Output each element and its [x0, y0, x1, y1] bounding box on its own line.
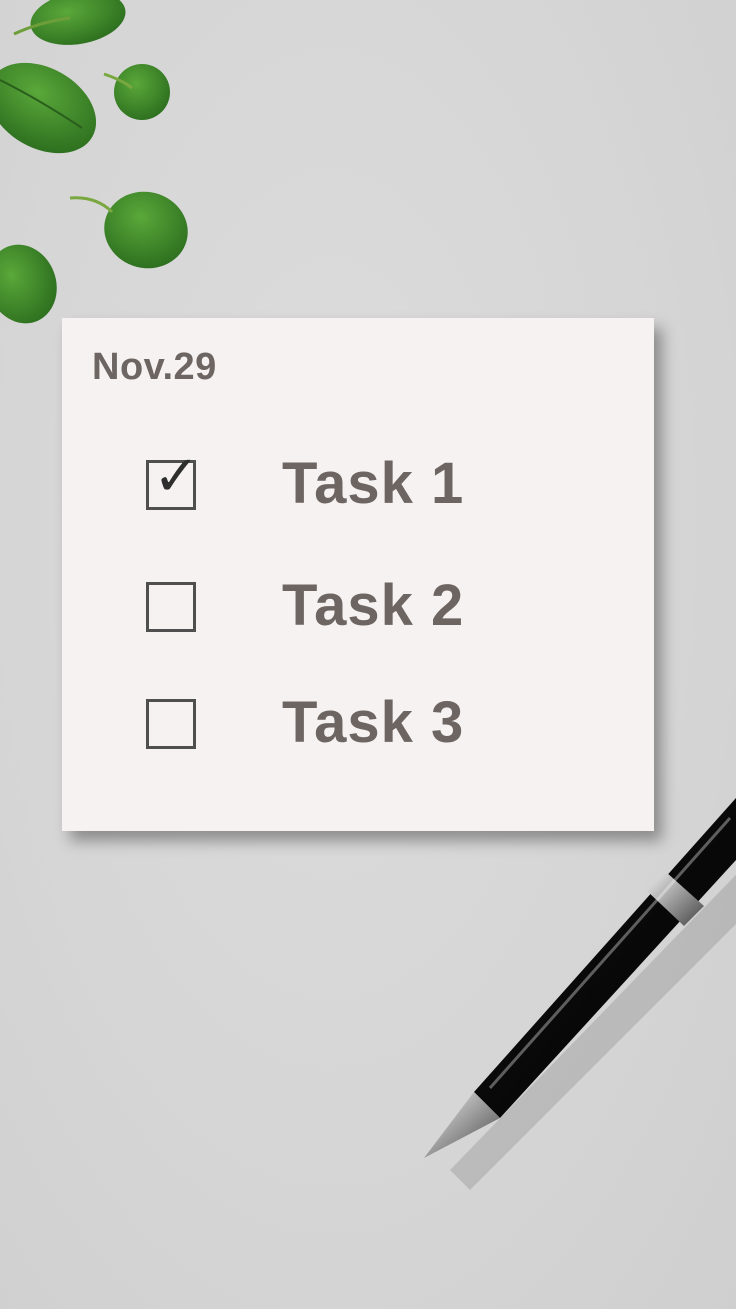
pen-icon [424, 798, 736, 1190]
pen-decoration [424, 798, 736, 1190]
